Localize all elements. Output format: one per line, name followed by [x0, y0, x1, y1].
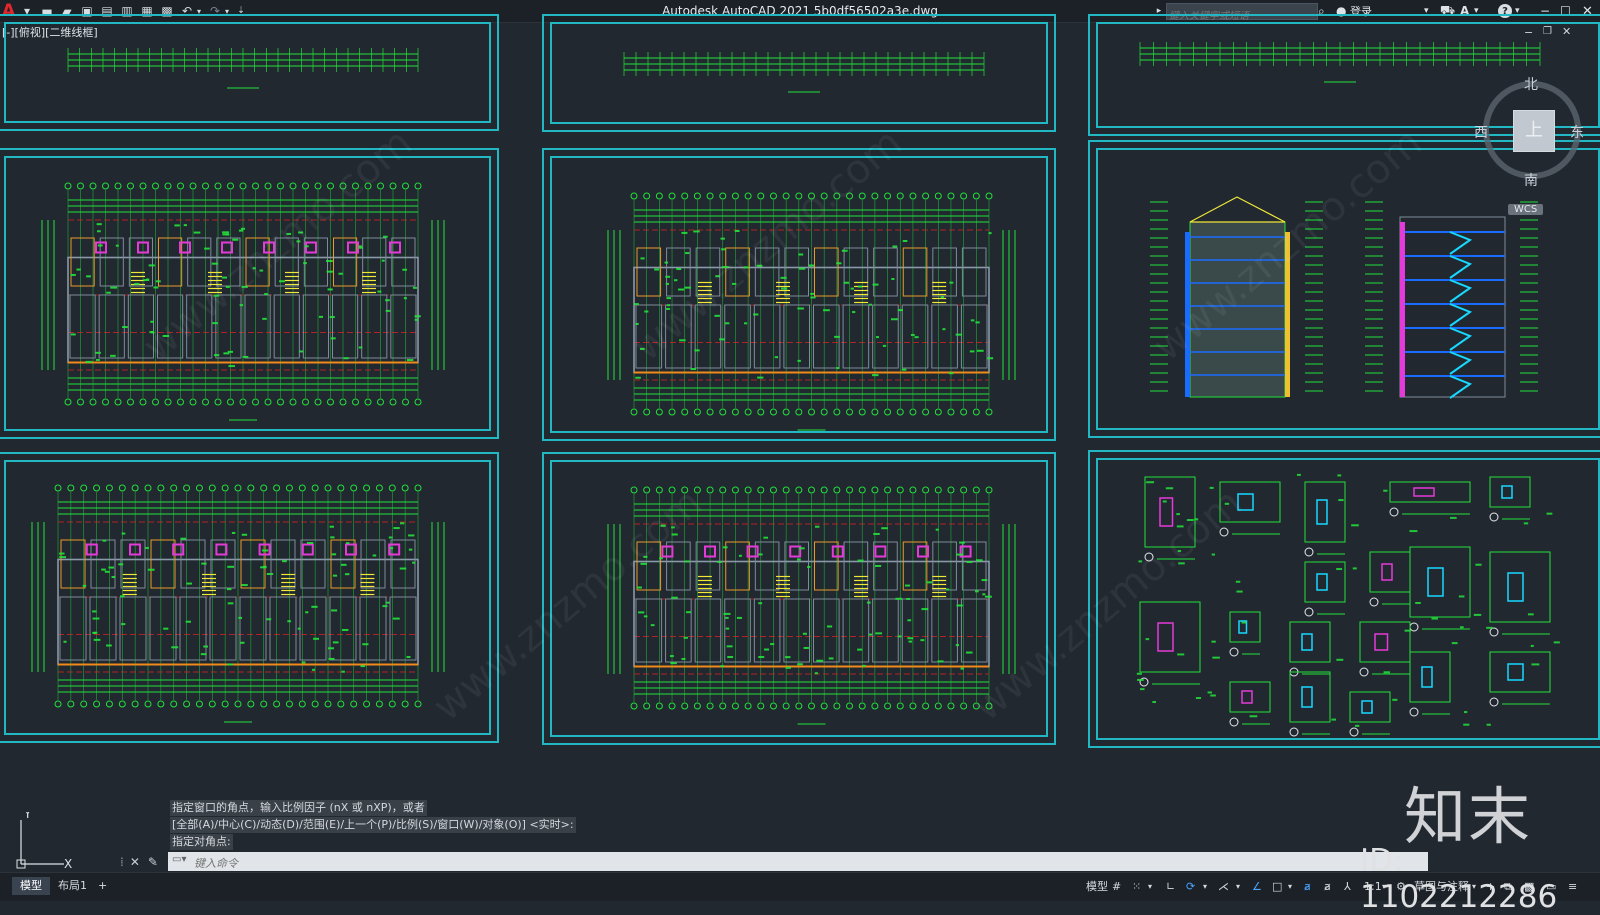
ucs-icon: Y X [16, 812, 72, 871]
command-grip-icon[interactable]: ⁞ [120, 855, 124, 869]
wcs-menu[interactable]: WCS [1508, 204, 1544, 215]
command-history-line: 指定对角点: [170, 834, 233, 850]
sheet-floor-plan-3 [0, 452, 499, 743]
sheet-elevation-top-left [0, 14, 499, 131]
ucs-y-label: Y [23, 812, 32, 821]
command-history-line: 指定窗口的角点，输入比例因子 (nX 或 nXP)，或者 [170, 800, 427, 816]
viewcube-east[interactable]: 东 [1570, 122, 1584, 142]
object-snap-dropdown-icon[interactable]: ▾ [1288, 878, 1292, 896]
command-line[interactable]: ▭▾ [168, 852, 1428, 873]
polar-dropdown-icon[interactable]: ▾ [1203, 878, 1207, 896]
model-space-button[interactable]: 模型 [1086, 878, 1108, 896]
floor-plan-drawing [31, 484, 445, 723]
watermark-id: ID: 1102212286 [1360, 843, 1558, 915]
tab-model[interactable]: 模型 [12, 877, 50, 895]
sheet-elevation-top-center [542, 14, 1056, 132]
polar-tracking-icon[interactable]: ⟳ [1186, 878, 1195, 896]
auto-scale-icon[interactable]: ⱥ [1324, 878, 1331, 896]
isodraft-icon[interactable]: ⋌ [1218, 878, 1229, 896]
viewcube-top-face[interactable]: 上 [1513, 110, 1555, 152]
grid-icon[interactable]: # [1112, 878, 1121, 896]
annotation-scale-icon[interactable]: ⅄ [1344, 878, 1351, 896]
object-snap-icon[interactable]: □ [1272, 878, 1282, 896]
annotation-visibility-icon[interactable]: ⱥ [1304, 878, 1311, 896]
add-layout-button[interactable]: + [94, 877, 111, 895]
ortho-icon[interactable]: ∟ [1166, 878, 1175, 896]
elevation-drawing [67, 48, 419, 89]
viewcube-west[interactable]: 西 [1474, 122, 1488, 142]
command-customize-icon[interactable]: ✎ [148, 855, 158, 869]
ucs-x-label: X [64, 857, 72, 871]
viewcube[interactable]: 北 南 东 西 上 [1474, 74, 1586, 189]
detail-drawings [1136, 473, 1560, 737]
object-snap-tracking-icon[interactable]: ∠ [1252, 878, 1262, 896]
command-history: 指定窗口的角点，输入比例因子 (nX 或 nXP)，或者 [全部(A)/中心(C… [170, 800, 576, 851]
tab-layout1[interactable]: 布局1 [50, 877, 95, 895]
command-close-icon[interactable]: ✕ [130, 855, 140, 869]
command-recent-icon[interactable]: ▭▾ [172, 854, 186, 865]
elevation-drawing [623, 52, 985, 93]
snap-icon[interactable]: ⁙ [1132, 878, 1141, 896]
isodraft-dropdown-icon[interactable]: ▾ [1236, 878, 1240, 896]
command-input[interactable] [168, 854, 1426, 873]
command-history-line: [全部(A)/中心(C)/动态(D)/范围(E)/上一个(P)/比例(S)/窗口… [170, 817, 576, 833]
sheet-details [1088, 450, 1600, 748]
viewcube-south[interactable]: 南 [1524, 170, 1538, 190]
viewcube-north[interactable]: 北 [1524, 74, 1538, 94]
snap-dropdown-icon[interactable]: ▾ [1148, 878, 1152, 896]
drawing-area[interactable]: [-][俯视][二维线框] − ❐ ✕ www.znzmo.com www.zn… [0, 14, 1600, 871]
